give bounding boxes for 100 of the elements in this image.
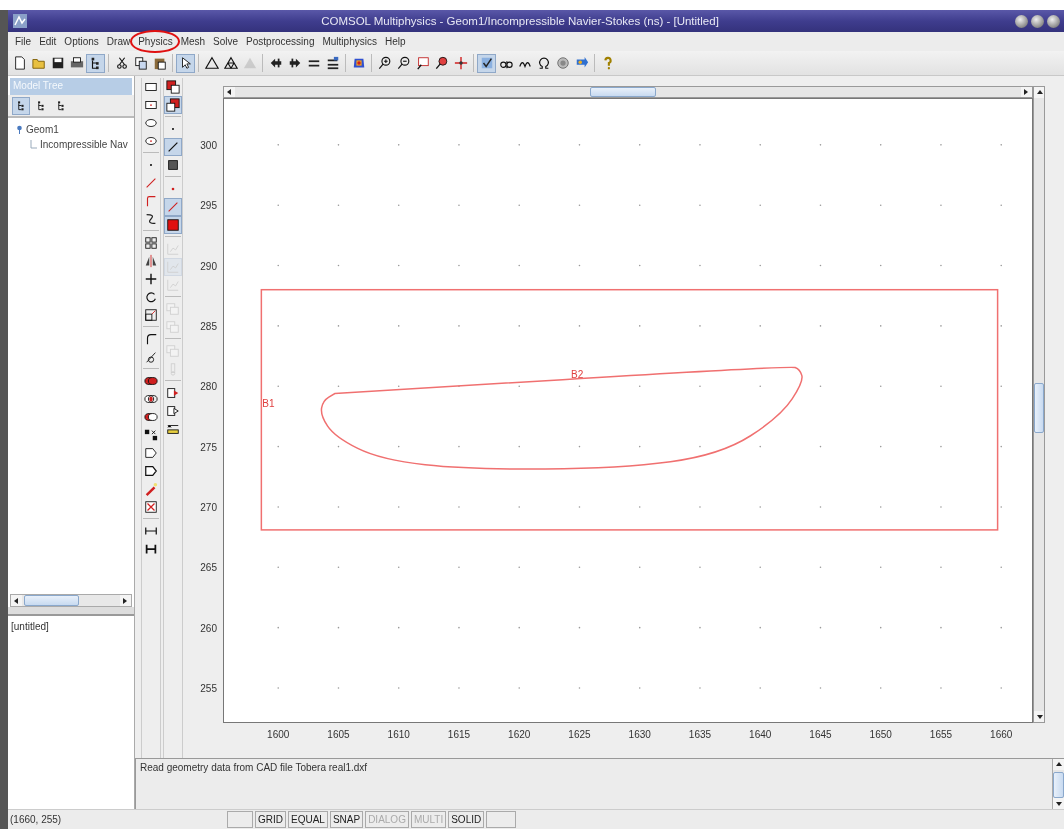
- axis-tick-label: 260: [200, 622, 217, 634]
- scroll-thumb[interactable]: [24, 595, 79, 606]
- union-icon: [144, 374, 158, 388]
- axis-tick-label: 1600: [267, 729, 290, 740]
- solid-square-icon: [166, 218, 180, 232]
- panel-text: [untitled]: [11, 621, 49, 632]
- tag-outline-icon: [144, 464, 158, 478]
- scroll-thumb[interactable]: [1053, 772, 1064, 798]
- minimize-button[interactable]: [1015, 14, 1028, 28]
- tree-item[interactable]: Incompressible Nav: [40, 139, 128, 150]
- toolbar-button[interactable]: [477, 53, 496, 73]
- pencil-icon: [144, 482, 158, 496]
- scroll-arrow-icon[interactable]: [122, 596, 129, 605]
- rotate-icon: [144, 290, 158, 304]
- status-toggle[interactable]: EQUAL: [288, 811, 328, 828]
- status-cell: [486, 811, 517, 828]
- menu-item[interactable]: Physics: [135, 36, 178, 47]
- centered-rectangle-icon: [144, 98, 158, 112]
- scroll-thumb[interactable]: [590, 87, 656, 97]
- horizontal-scrollbar[interactable]: [10, 594, 132, 607]
- diagonal-line-icon: [166, 140, 180, 154]
- axis-tick-label: 1605: [327, 729, 350, 740]
- difference-icon: [144, 410, 158, 424]
- split-shapes-icon: [144, 428, 158, 442]
- tree-icon: [15, 100, 27, 111]
- scroll-arrow-icon[interactable]: [226, 88, 233, 96]
- axis-tick-label: 1630: [628, 729, 651, 740]
- printer-icon: [69, 56, 84, 70]
- measure-bar-icon: [166, 422, 180, 436]
- floppy-icon: [50, 56, 65, 70]
- menu-item[interactable]: Multiphysics: [319, 36, 382, 47]
- toolbar-button[interactable]: [142, 498, 160, 516]
- close-button[interactable]: [1047, 14, 1060, 28]
- toolbar-button[interactable]: [176, 53, 195, 73]
- menu-item[interactable]: Options: [61, 36, 104, 47]
- status-toggle[interactable]: SNAP: [329, 811, 364, 828]
- zoom-extents-icon: [434, 56, 449, 70]
- axis-tick-label: 1610: [387, 729, 410, 740]
- axis-tick-label: 280: [200, 380, 217, 392]
- menu-item[interactable]: Help: [381, 36, 411, 47]
- menu-item[interactable]: File: [12, 36, 37, 47]
- toolbar-button[interactable]: [164, 96, 182, 114]
- chart-grid-icon: [166, 260, 180, 274]
- scroll-arrow-icon[interactable]: [1055, 760, 1062, 769]
- toolbar-button[interactable]: [164, 138, 182, 156]
- toolbar-button[interactable]: [142, 234, 160, 252]
- axis-tick-label: 295: [200, 199, 217, 211]
- tangent-icon: [144, 350, 158, 364]
- clipboard-icon: [152, 56, 167, 70]
- app-icon: [12, 13, 28, 29]
- drawing-canvas[interactable]: B1 B2: [223, 98, 1033, 723]
- scroll-arrow-icon[interactable]: [1035, 712, 1043, 721]
- menu-item[interactable]: Draw: [103, 36, 136, 47]
- toolbar-button[interactable]: [164, 216, 182, 234]
- scroll-arrow-icon[interactable]: [1055, 799, 1062, 808]
- scale-icon: [144, 308, 158, 322]
- toolbar-button[interactable]: [86, 53, 105, 73]
- pin-icon: [16, 125, 23, 134]
- scroll-thumb[interactable]: [1034, 383, 1044, 433]
- log-message: Read geometry data from CAD file Tobera real1.dxf: [139, 761, 369, 775]
- centered-ellipse-icon: [144, 134, 158, 148]
- menu-item[interactable]: Mesh: [177, 36, 211, 47]
- toolbar-button[interactable]: [164, 78, 182, 96]
- axis-tick-label: 1635: [688, 729, 712, 740]
- axis-tick-label: 270: [200, 501, 217, 513]
- tree-icon: [55, 100, 67, 111]
- axis-tick-label: 1655: [929, 729, 953, 740]
- vertical-scrollbar[interactable]: [1033, 86, 1045, 723]
- maximize-button[interactable]: [1031, 14, 1044, 28]
- toolbar-button[interactable]: [142, 306, 160, 324]
- view-button[interactable]: [12, 96, 30, 115]
- omega-icon: [536, 56, 551, 70]
- menu-item[interactable]: Solve: [210, 36, 244, 47]
- axis-tick-label: 285: [200, 320, 217, 332]
- vertical-scrollbar[interactable]: [1052, 759, 1064, 809]
- menu-item[interactable]: Edit: [36, 36, 62, 47]
- new-file-icon: [12, 56, 27, 70]
- status-toggle[interactable]: SOLID: [448, 811, 485, 828]
- mirror-icon: [144, 254, 158, 268]
- chart-grid-icon: [166, 242, 180, 256]
- tree-item[interactable]: Geom1: [26, 124, 59, 135]
- zoom-out-icon: [396, 56, 411, 70]
- menu-item[interactable]: Postprocessing: [243, 36, 320, 47]
- tag-shape-icon: [144, 446, 158, 460]
- filled-square-icon: [166, 158, 180, 172]
- ellipse-icon: [144, 116, 158, 130]
- solid-triangle-icon: [242, 56, 257, 70]
- triangle-icon: [204, 56, 219, 70]
- horizontal-scrollbar[interactable]: [223, 86, 1033, 98]
- stack-icon: [325, 56, 340, 70]
- scroll-arrow-icon[interactable]: [13, 596, 20, 605]
- object-label: B1: [262, 397, 275, 409]
- rectangle-icon: [144, 80, 158, 94]
- status-toggle[interactable]: GRID: [255, 811, 286, 828]
- axis-tick-label: 1650: [869, 729, 892, 740]
- grid-squares-icon: [144, 236, 158, 250]
- panel-title: Model Tree: [10, 78, 132, 95]
- line-icon: [166, 200, 180, 214]
- disc-icon: [555, 56, 570, 70]
- tree-connector-icon: [30, 140, 37, 149]
